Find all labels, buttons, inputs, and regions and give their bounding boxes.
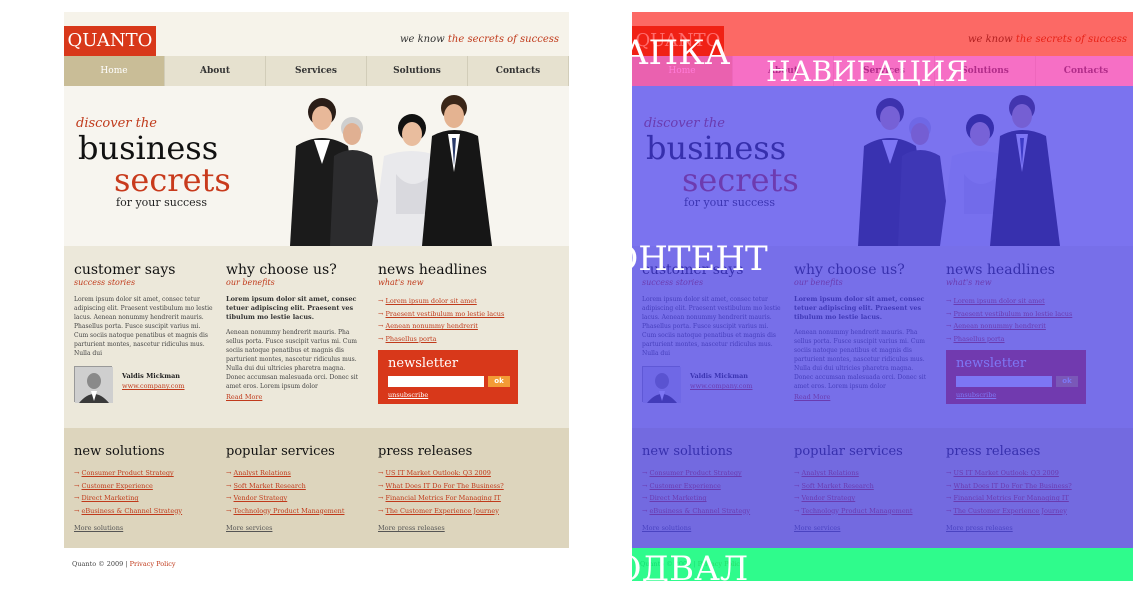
main-nav: Home About Services Solutions Contacts <box>64 56 569 86</box>
column-title: press releases <box>378 444 473 459</box>
column-title: new solutions <box>74 444 165 459</box>
original-layout-panel: QUANTO we know the secrets of success Ho… <box>64 12 569 581</box>
unsubscribe-link[interactable]: unsubscribe <box>388 391 428 399</box>
new-solutions-column: new solutions Consumer Product Strategy … <box>74 444 214 532</box>
more-services-link[interactable]: More services <box>226 524 366 532</box>
solution-link[interactable]: Customer Experience <box>74 480 214 493</box>
solution-link[interactable]: eBusiness & Channel Strategy <box>74 505 214 518</box>
lower-links-area: new solutions Consumer Product Strategy … <box>64 428 569 548</box>
label-header: ШАПКА <box>584 33 731 73</box>
hero-banner: discover the business secrets for your s… <box>64 86 569 246</box>
press-link[interactable]: Financial Metrics For Managing IT <box>378 492 518 505</box>
column-subtitle: what's new <box>378 278 424 287</box>
column-title: customer says <box>74 262 176 278</box>
column-title: popular services <box>226 444 335 459</box>
read-more-link[interactable]: Read More <box>226 393 366 401</box>
press-link[interactable]: What Does IT Do For The Business? <box>378 480 518 493</box>
author-link[interactable]: www.company.com <box>122 382 185 390</box>
benefits-lead: Lorem ipsum dolor sit amet, consec tetue… <box>226 295 357 321</box>
customer-says-column: customer says success stories Lorem ipsu… <box>74 262 214 403</box>
nav-services[interactable]: Services <box>266 56 367 86</box>
hero-business: business <box>78 129 219 167</box>
label-navigation: НАВИГАЦИЯ <box>766 55 968 88</box>
more-solutions-link[interactable]: More solutions <box>74 524 214 532</box>
news-link[interactable]: Lorem ipsum dolor sit amet <box>378 295 518 308</box>
benefits-text: Aenean nonummy hendrerit mauris. Pha sel… <box>226 329 359 390</box>
footer-text: Quanto © 2009 | Privacy Policy <box>72 560 176 568</box>
newsletter-box: newsletter ok unsubscribe <box>378 350 518 404</box>
press-releases-column: press releases US IT Market Outlook: Q3 … <box>378 444 518 532</box>
overlay-content-zone <box>632 86 1133 548</box>
solution-link[interactable]: Consumer Product Strategy <box>74 467 214 480</box>
privacy-policy-link[interactable]: Privacy Policy <box>130 560 176 568</box>
press-link[interactable]: US IT Market Outlook: Q3 2009 <box>378 467 518 480</box>
popular-services-column: popular services Analyst Relations Soft … <box>226 444 366 532</box>
news-link[interactable]: Praesent vestibulum mo lestie lacus <box>378 308 518 321</box>
label-content: КОНТЕНТ <box>584 239 768 279</box>
testimonial-text: Lorem ipsum dolor sit amet, consec tetur… <box>74 296 213 357</box>
site-header: QUANTO we know the secrets of success <box>64 12 569 56</box>
nav-solutions[interactable]: Solutions <box>367 56 468 86</box>
nav-contacts[interactable]: Contacts <box>468 56 569 86</box>
service-link[interactable]: Technology Product Management <box>226 505 366 518</box>
nav-home[interactable]: Home <box>64 56 165 86</box>
business-team-photo <box>290 95 492 246</box>
newsletter-title: newsletter <box>388 356 459 371</box>
hero-for-success: for your success <box>116 196 207 209</box>
newsletter-email-input[interactable] <box>388 376 484 387</box>
news-column: news headlines what's new Lorem ipsum do… <box>378 262 518 404</box>
hero-secrets: secrets <box>114 161 231 199</box>
newsletter-ok-button[interactable]: ok <box>488 376 510 387</box>
website-mockup: QUANTO we know the secrets of success Ho… <box>64 12 569 581</box>
author-name: Valdis Mickman <box>122 372 181 380</box>
column-subtitle: our benefits <box>226 278 275 287</box>
site-footer: Quanto © 2009 | Privacy Policy <box>64 548 569 581</box>
annotated-layout-panel: QUANTO we know the secrets of success Ho… <box>584 12 1133 586</box>
logo[interactable]: QUANTO <box>64 26 156 56</box>
news-link[interactable]: Aenean nonummy hendrerit <box>378 320 518 333</box>
column-title: why choose us? <box>226 262 337 278</box>
content-area: customer says success stories Lorem ipsu… <box>64 246 569 428</box>
why-choose-column: why choose us? our benefits Lorem ipsum … <box>226 262 366 401</box>
service-link[interactable]: Soft Market Research <box>226 480 366 493</box>
news-link[interactable]: Phasellus porta <box>378 333 518 346</box>
service-link[interactable]: Vendor Strategy <box>226 492 366 505</box>
column-title: news headlines <box>378 262 487 278</box>
solution-link[interactable]: Direct Marketing <box>74 492 214 505</box>
column-subtitle: success stories <box>74 278 136 287</box>
avatar <box>74 366 113 403</box>
tagline: we know the secrets of success <box>399 34 559 45</box>
more-press-link[interactable]: More press releases <box>378 524 518 532</box>
service-link[interactable]: Analyst Relations <box>226 467 366 480</box>
nav-about[interactable]: About <box>165 56 266 86</box>
press-link[interactable]: The Customer Experience Journey <box>378 505 518 518</box>
